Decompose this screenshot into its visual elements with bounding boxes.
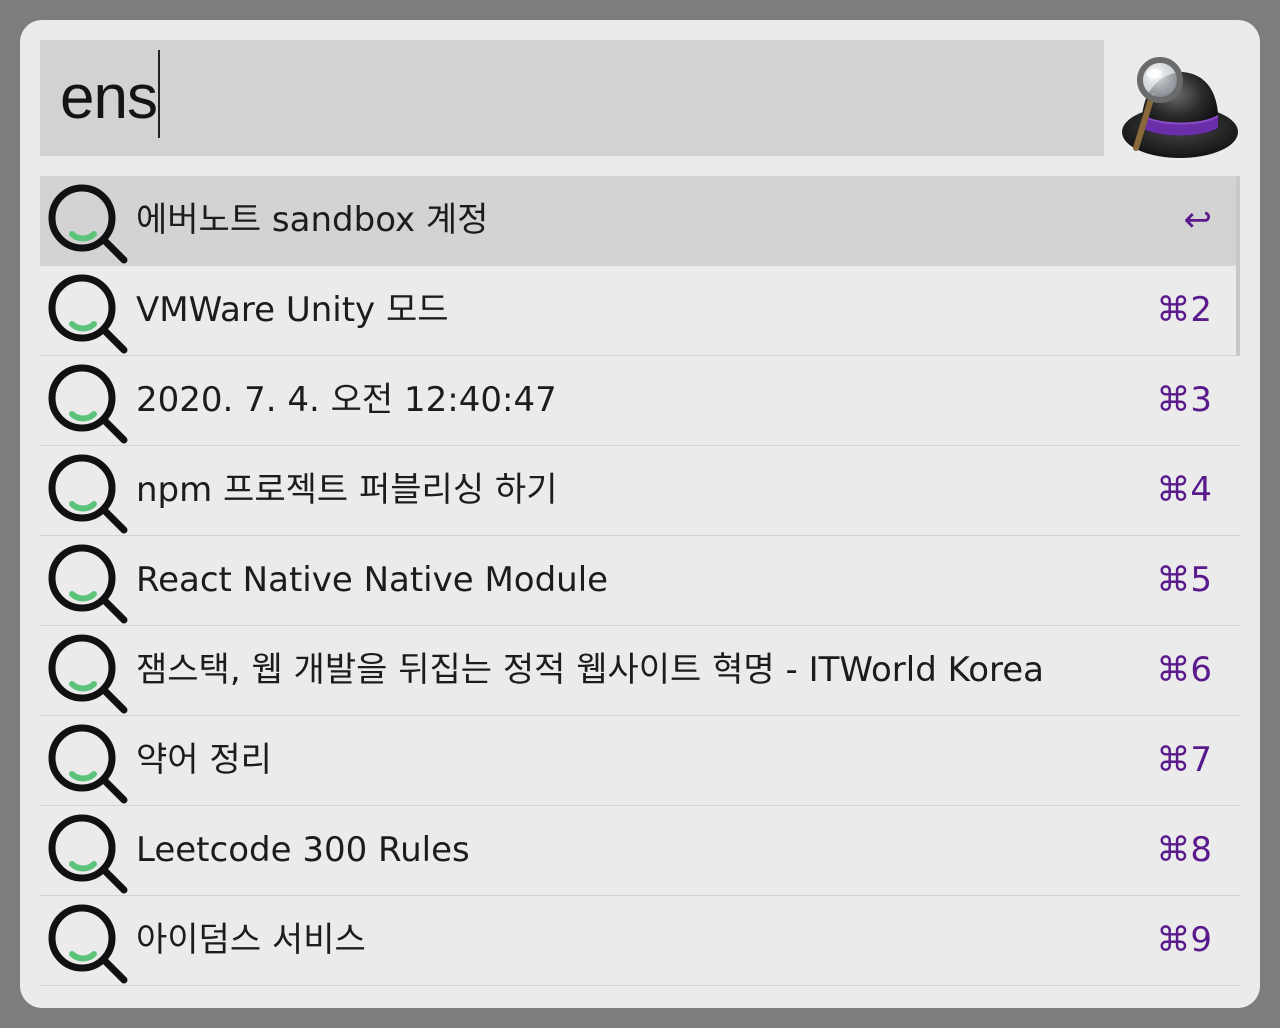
search-input[interactable]: ens <box>40 40 1104 156</box>
result-title: npm 프로젝트 퍼블리싱 하기 <box>136 470 558 510</box>
alfred-frame: ens 에버노트 sandbox 계정 ↩ VMWare Unity 모드 ⌘2… <box>0 0 1280 1028</box>
results-list: 에버노트 sandbox 계정 ↩ VMWare Unity 모드 ⌘2 202… <box>40 176 1240 986</box>
result-shortcut: ⌘5 <box>1156 560 1212 600</box>
magnifier-icon <box>48 634 128 714</box>
result-title: VMWare Unity 모드 <box>136 290 449 330</box>
alfred-hat-logo-icon[interactable] <box>1120 50 1240 162</box>
result-row[interactable]: 아이덤스 서비스 ⌘9 <box>40 896 1240 986</box>
result-row[interactable]: 잼스택, 웹 개발을 뒤집는 정적 웹사이트 혁명 - ITWorld Kore… <box>40 626 1240 716</box>
magnifier-icon <box>48 274 128 354</box>
magnifier-icon <box>48 364 128 444</box>
result-title: 약어 정리 <box>136 740 272 780</box>
search-query: ens <box>60 63 158 132</box>
magnifier-icon <box>48 454 128 534</box>
magnifier-icon <box>48 544 128 624</box>
result-row[interactable]: 2020. 7. 4. 오전 12:40:47 ⌘3 <box>40 356 1240 446</box>
magnifier-icon <box>48 904 128 984</box>
alfred-window: ens 에버노트 sandbox 계정 ↩ VMWare Unity 모드 ⌘2… <box>20 20 1260 1008</box>
result-row[interactable]: VMWare Unity 모드 ⌘2 <box>40 266 1240 356</box>
result-title: 에버노트 sandbox 계정 <box>136 200 489 240</box>
text-caret <box>157 50 160 138</box>
result-title: React Native Native Module <box>136 560 609 600</box>
result-shortcut: ⌘2 <box>1156 290 1212 330</box>
result-shortcut: ↩ <box>1183 200 1213 240</box>
result-shortcut: ⌘8 <box>1156 830 1212 870</box>
result-row[interactable]: 약어 정리 ⌘7 <box>40 716 1240 806</box>
result-title: 2020. 7. 4. 오전 12:40:47 <box>136 380 557 420</box>
result-title: 잼스택, 웹 개발을 뒤집는 정적 웹사이트 혁명 - ITWorld Kore… <box>136 650 1045 690</box>
magnifier-icon <box>48 724 128 804</box>
result-row[interactable]: npm 프로젝트 퍼블리싱 하기 ⌘4 <box>40 446 1240 536</box>
results-scrollbar[interactable] <box>1236 176 1240 356</box>
result-shortcut: ⌘9 <box>1156 920 1212 960</box>
magnifier-icon <box>48 184 128 264</box>
result-row[interactable]: 에버노트 sandbox 계정 ↩ <box>40 176 1240 266</box>
result-title: Leetcode 300 Rules <box>136 830 470 870</box>
result-row[interactable]: Leetcode 300 Rules ⌘8 <box>40 806 1240 896</box>
result-title: 아이덤스 서비스 <box>136 920 366 960</box>
result-shortcut: ⌘7 <box>1156 740 1212 780</box>
result-row[interactable]: React Native Native Module ⌘5 <box>40 536 1240 626</box>
magnifier-icon <box>48 814 128 894</box>
result-shortcut: ⌘6 <box>1156 650 1212 690</box>
result-shortcut: ⌘4 <box>1156 470 1212 510</box>
result-shortcut: ⌘3 <box>1156 380 1212 420</box>
